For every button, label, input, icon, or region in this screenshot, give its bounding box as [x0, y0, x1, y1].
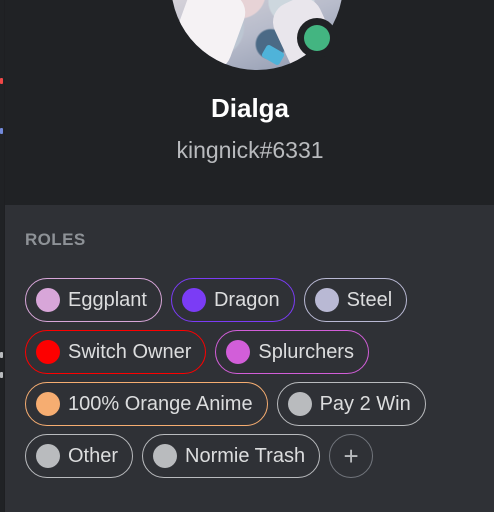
- roles-row: Eggplant Dragon Steel: [25, 278, 485, 322]
- role-name: Splurchers: [258, 341, 354, 363]
- role-color-dot-icon: [314, 288, 339, 312]
- role-pill[interactable]: Dragon: [170, 278, 295, 322]
- status-indicator: [297, 18, 337, 58]
- role-pill[interactable]: Pay 2 Win: [276, 382, 426, 426]
- role-color-dot-icon: [36, 444, 60, 468]
- username-tag[interactable]: kingnick#6331: [5, 134, 494, 166]
- role-pill[interactable]: Steel: [303, 278, 408, 322]
- role-color-dot-icon: [36, 340, 60, 364]
- add-role-button[interactable]: +: [329, 434, 374, 478]
- roles-row: 100% Orange Anime Pay 2 Win: [25, 382, 485, 426]
- display-name: Dialga: [210, 93, 290, 123]
- user-profile-popout: Dialga kingnick#6331 ROLES Eggplant Drago…: [4, 0, 494, 512]
- role-color-dot-icon: [36, 288, 60, 312]
- role-name: Normie Trash: [185, 445, 306, 467]
- notification-marker: [0, 352, 3, 358]
- roles-row: Other Normie Trash +: [25, 434, 485, 478]
- role-pill[interactable]: Switch Owner: [25, 330, 207, 374]
- roles-list: Eggplant Dragon Steel Switch Owner Splurcher…: [25, 278, 485, 486]
- avatar-art-gem: [260, 43, 286, 67]
- plus-icon: +: [343, 441, 359, 471]
- role-name: 100% Orange Anime: [68, 393, 253, 415]
- role-color-dot-icon: [181, 288, 206, 312]
- avatar-art-hair: [171, 0, 251, 70]
- role-color-dot-icon: [226, 340, 251, 364]
- notification-marker: [0, 128, 3, 134]
- role-color-dot-icon: [36, 392, 60, 416]
- role-name: Pay 2 Win: [319, 393, 411, 415]
- role-name: Other: [68, 445, 119, 467]
- role-pill[interactable]: 100% Orange Anime: [25, 382, 268, 426]
- role-pill[interactable]: Other: [25, 434, 134, 478]
- role-color-dot-icon: [287, 392, 312, 416]
- role-pill[interactable]: Splurchers: [215, 330, 369, 374]
- notification-marker: [0, 372, 3, 378]
- roles-row: Switch Owner Splurchers: [25, 330, 485, 374]
- role-pill[interactable]: Eggplant: [25, 278, 162, 322]
- role-name: Steel: [346, 289, 393, 311]
- role-name: Switch Owner: [68, 341, 192, 363]
- online-status-icon: [304, 25, 330, 51]
- role-pill[interactable]: Normie Trash: [142, 434, 321, 478]
- profile-popout-frame: Dialga kingnick#6331 ROLES Eggplant Drago…: [0, 0, 494, 512]
- avatar-wrapper[interactable]: [171, 0, 343, 70]
- profile-header: Dialga kingnick#6331: [5, 0, 494, 205]
- notification-marker: [0, 78, 3, 84]
- role-name: Eggplant: [68, 289, 147, 311]
- roles-heading: ROLES: [25, 230, 86, 249]
- role-color-dot-icon: [153, 444, 178, 468]
- role-name: Dragon: [213, 289, 280, 311]
